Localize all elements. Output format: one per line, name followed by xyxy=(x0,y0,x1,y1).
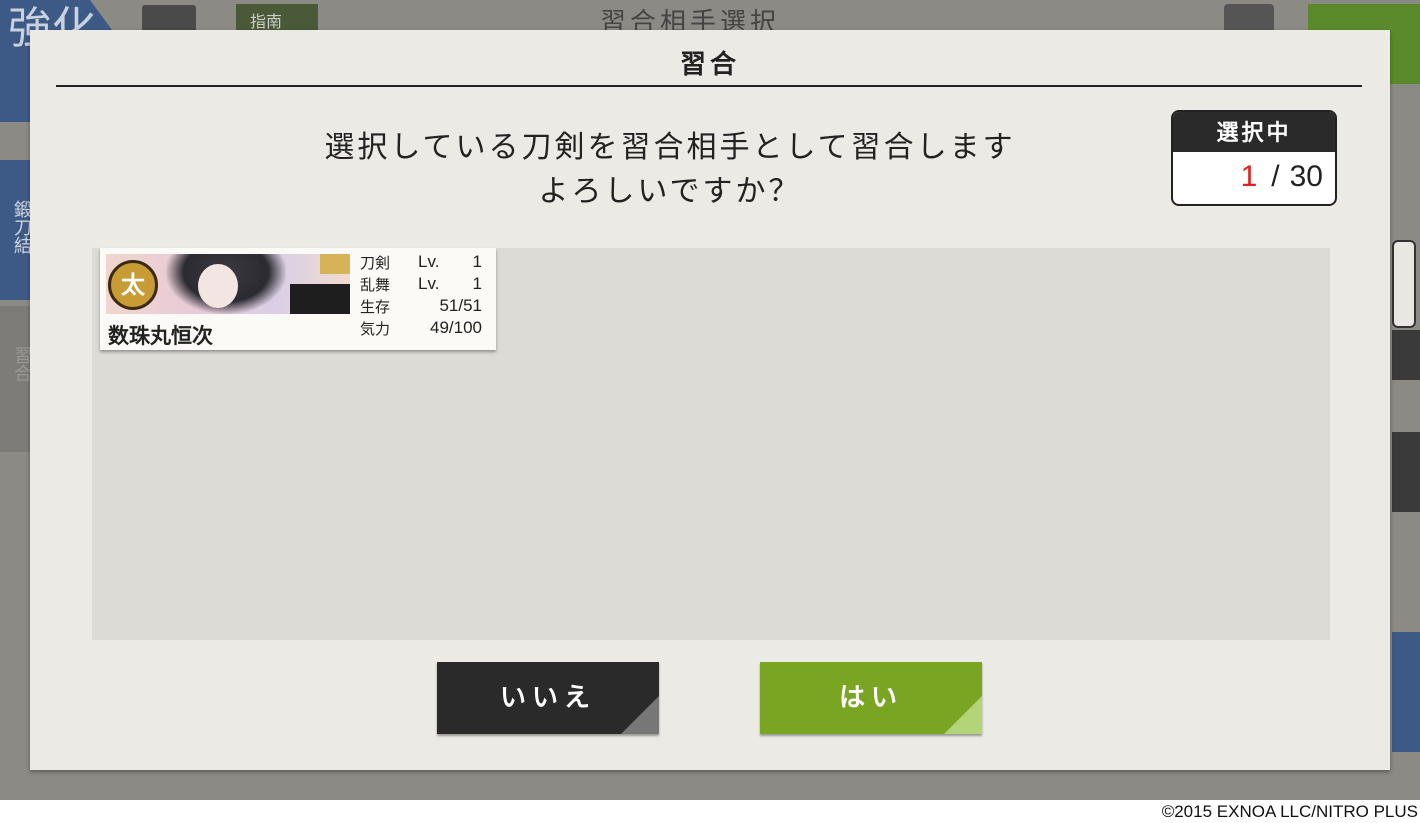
selection-current-count: 1 xyxy=(1240,160,1258,193)
background-right-button-3 xyxy=(1392,632,1420,752)
stat-label: 気力 xyxy=(360,320,391,338)
confirm-message: 選択している刀剣を習合相手として習合します よろしいですか？ xyxy=(270,126,1070,214)
background-right-panel xyxy=(1392,240,1416,328)
no-button[interactable]: いいえ xyxy=(437,662,659,734)
sword-stats: 刀剣 Lv. 1 乱舞 Lv. 1 生存 51/51 気力 49/100 xyxy=(360,252,490,340)
yes-button-corner xyxy=(944,696,982,734)
selection-counter-header: 選択中 xyxy=(1173,112,1335,152)
yes-button-label: はい xyxy=(838,683,903,713)
selection-separator: / xyxy=(1271,160,1280,193)
sword-type-badge-icon: 太 xyxy=(108,260,158,310)
side-tab-forge: 鍛刀結 xyxy=(0,160,32,300)
sword-portrait: 太 xyxy=(106,254,350,314)
selection-counter: 選択中 1 / 30 xyxy=(1171,110,1337,206)
dialog-title: 習合 xyxy=(679,50,740,80)
guide-label: 指南 xyxy=(250,12,283,31)
stat-prefix: Lv. xyxy=(418,274,440,293)
copyright-text: ©2015 EXNOA LLC/NITRO PLUS xyxy=(1161,802,1418,821)
portrait-decoration-gold xyxy=(320,254,350,274)
stat-label: 乱舞 xyxy=(360,276,391,294)
no-button-corner xyxy=(621,696,659,734)
background-right-button-2 xyxy=(1392,432,1420,512)
stat-row-sword-level: 刀剣 Lv. 1 xyxy=(360,252,490,274)
stat-row-survival: 生存 51/51 xyxy=(360,296,490,318)
confirm-message-line2: よろしいですか？ xyxy=(538,174,802,209)
stat-row-ranbu-level: 乱舞 Lv. 1 xyxy=(360,274,490,296)
selection-counter-value: 1 / 30 xyxy=(1173,152,1335,202)
confirm-dialog: 習合 選択している刀剣を習合相手として習合します よろしいですか？ 選択中 1 /… xyxy=(30,30,1390,770)
selection-max-count: 30 xyxy=(1289,160,1323,193)
background-right-button-1 xyxy=(1392,330,1420,380)
stat-value: 51/51 xyxy=(439,296,482,315)
stat-value: 49/100 xyxy=(430,318,482,337)
sword-card[interactable]: 太 数珠丸恒次 刀剣 Lv. 1 乱舞 Lv. 1 生存 51/51 気力 49… xyxy=(100,248,496,350)
yes-button[interactable]: はい xyxy=(760,662,982,734)
stat-value: 1 xyxy=(472,274,482,293)
no-button-label: いいえ xyxy=(499,683,596,713)
selected-sword-list: 太 数珠丸恒次 刀剣 Lv. 1 乱舞 Lv. 1 生存 51/51 気力 49… xyxy=(92,248,1330,640)
stat-label: 刀剣 xyxy=(360,254,391,272)
portrait-decoration xyxy=(290,284,350,314)
confirm-message-line1: 選択している刀剣を習合相手として習合します xyxy=(324,130,1016,165)
portrait-face xyxy=(198,264,238,308)
sword-name: 数珠丸恒次 xyxy=(108,323,213,348)
stat-value: 1 xyxy=(472,252,482,271)
stat-row-spirit: 気力 49/100 xyxy=(360,318,490,340)
stat-prefix: Lv. xyxy=(418,252,440,271)
title-divider xyxy=(56,85,1362,87)
stat-label: 生存 xyxy=(360,298,391,316)
side-tab-fusion: 習合 xyxy=(0,306,32,452)
guide-button: 指南 xyxy=(236,4,318,32)
